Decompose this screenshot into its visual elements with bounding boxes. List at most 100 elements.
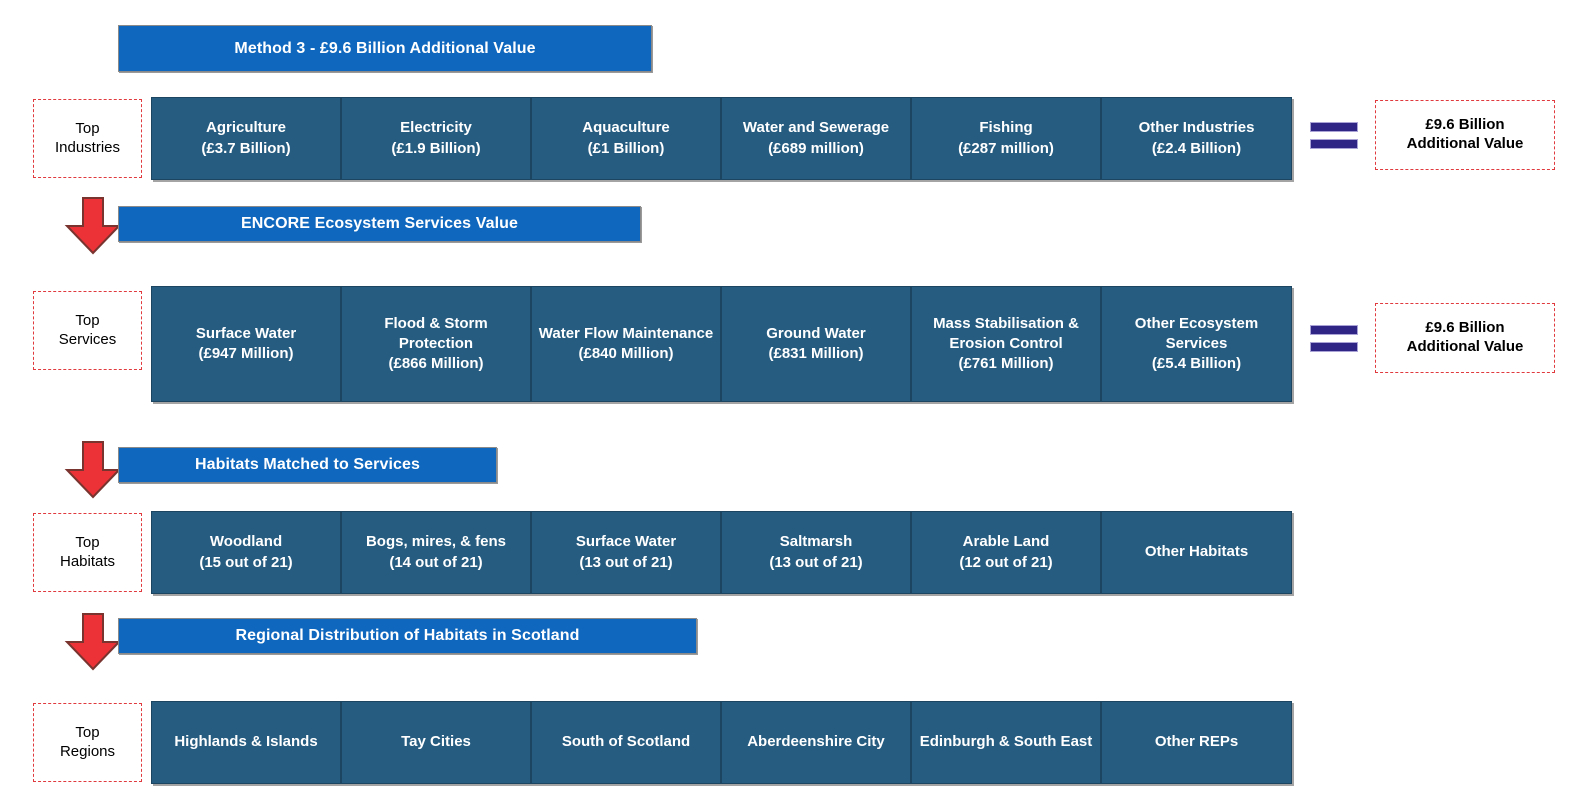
- cell-name: Highlands & Islands: [174, 733, 318, 751]
- cell-value: (£2.4 Billion): [1151, 139, 1242, 157]
- cell-value: (£1 Billion): [587, 139, 665, 157]
- row-label-line1: Top: [75, 311, 100, 329]
- down-arrow-icon: [62, 612, 124, 672]
- banner-label: ENCORE Ecosystem Services Value: [240, 215, 519, 232]
- table-row-regions: Highlands & Islands Tay Cities South of …: [151, 701, 1292, 784]
- cell-value: (13 out of 21): [579, 553, 673, 571]
- table-cell[interactable]: Aberdeenshire City: [721, 701, 911, 784]
- banner-label: Method 3 - £9.6 Billion Additional Value: [234, 39, 536, 57]
- cell-name: Other Habitats: [1144, 543, 1249, 561]
- cell-value: (15 out of 21): [199, 553, 293, 571]
- equals-icon: [1310, 325, 1358, 352]
- cell-value: (£287 million): [958, 139, 1054, 157]
- equals-icon: [1310, 122, 1358, 149]
- result-line2: Additional Value: [1406, 135, 1524, 152]
- table-cell[interactable]: Edinburgh & South East: [911, 701, 1101, 784]
- cell-name: Water and Sewerage: [742, 119, 890, 137]
- cell-name: Edinburgh & South East: [919, 733, 1093, 751]
- banner-method-3: Method 3 - £9.6 Billion Additional Value: [118, 25, 652, 72]
- diagram-canvas: Method 3 - £9.6 Billion Additional Value…: [0, 0, 1574, 810]
- cell-name: Water Flow Maintenance: [538, 324, 714, 342]
- cell-name: Surface Water: [575, 533, 677, 551]
- table-cell[interactable]: Water and Sewerage (£689 million): [721, 97, 911, 180]
- result-box-industries: £9.6 Billion Additional Value: [1375, 100, 1555, 170]
- cell-name: Tay Cities: [401, 733, 471, 751]
- table-cell[interactable]: Arable Land (12 out of 21): [911, 511, 1101, 594]
- cell-value: (£866 Million): [388, 355, 484, 373]
- cell-value: (£3.7 Billion): [201, 139, 291, 157]
- banner-encore: ENCORE Ecosystem Services Value: [118, 206, 641, 242]
- table-cell[interactable]: Saltmarsh (13 out of 21): [721, 511, 911, 594]
- row-label-habitats: Top Habitats: [33, 513, 142, 592]
- cell-value: (12 out of 21): [959, 553, 1053, 571]
- cell-name: Ground Water: [766, 324, 866, 342]
- table-cell[interactable]: Other Ecosystem Services (£5.4 Billion): [1101, 286, 1292, 402]
- table-cell[interactable]: Other REPs: [1101, 701, 1292, 784]
- cell-name: Surface Water: [195, 324, 297, 342]
- row-label-services: Top Services: [33, 291, 142, 370]
- result-box-services: £9.6 Billion Additional Value: [1375, 303, 1555, 373]
- table-cell[interactable]: Bogs, mires, & fens (14 out of 21): [341, 511, 531, 594]
- cell-name: Woodland: [209, 533, 283, 551]
- row-label-industries: Top Industries: [33, 99, 142, 178]
- row-label-line2: Regions: [59, 742, 116, 760]
- table-cell[interactable]: Fishing (£287 million): [911, 97, 1101, 180]
- row-label-line1: Top: [75, 723, 100, 741]
- row-label-line2: Industries: [54, 138, 121, 156]
- table-cell[interactable]: Surface Water (13 out of 21): [531, 511, 721, 594]
- cell-name: Mass Stabilisation & Erosion Control: [933, 314, 1079, 352]
- cell-value: (£1.9 Billion): [391, 139, 481, 157]
- table-cell[interactable]: South of Scotland: [531, 701, 721, 784]
- table-cell[interactable]: Highlands & Islands: [151, 701, 341, 784]
- cell-value: (£761 Million): [958, 355, 1054, 373]
- table-row-services: Surface Water (£947 Million) Flood & Sto…: [151, 286, 1292, 402]
- cell-name: Other Industries: [1138, 119, 1255, 137]
- cell-name: Agriculture: [205, 119, 286, 137]
- cell-name: South of Scotland: [561, 733, 691, 751]
- cell-value: (£831 Million): [768, 345, 864, 362]
- banner-regional-distribution: Regional Distribution of Habitats in Sco…: [118, 618, 697, 654]
- table-cell[interactable]: Water Flow Maintenance (£840 Million): [531, 286, 721, 402]
- table-cell[interactable]: Agriculture (£3.7 Billion): [151, 97, 341, 180]
- cell-value: (14 out of 21): [389, 553, 483, 571]
- cell-value: (13 out of 21): [769, 553, 863, 571]
- row-label-line1: Top: [75, 119, 100, 137]
- row-label-regions: Top Regions: [33, 703, 142, 782]
- result-line2: Additional Value: [1406, 338, 1524, 355]
- cell-name: Electricity: [400, 119, 472, 137]
- table-cell[interactable]: Woodland (15 out of 21): [151, 511, 341, 594]
- table-row-industries: Agriculture (£3.7 Billion) Electricity (…: [151, 97, 1292, 180]
- cell-value: (£947 Million): [198, 345, 294, 362]
- cell-name: Other REPs: [1154, 733, 1239, 751]
- table-cell[interactable]: Ground Water (£831 Million): [721, 286, 911, 402]
- cell-name: Bogs, mires, & fens: [365, 533, 507, 551]
- cell-name: Fishing: [979, 119, 1033, 137]
- table-row-habitats: Woodland (15 out of 21) Bogs, mires, & f…: [151, 511, 1292, 594]
- cell-value: (£5.4 Billion): [1151, 355, 1242, 373]
- row-label-line1: Top: [75, 533, 100, 551]
- down-arrow-icon: [62, 440, 124, 500]
- cell-name: Aberdeenshire City: [747, 733, 885, 751]
- banner-label: Habitats Matched to Services: [194, 456, 421, 473]
- result-line1: £9.6 Billion: [1425, 319, 1505, 337]
- cell-name: Saltmarsh: [779, 533, 853, 551]
- table-cell[interactable]: Other Industries (£2.4 Billion): [1101, 97, 1292, 180]
- table-cell[interactable]: Tay Cities: [341, 701, 531, 784]
- cell-name: Flood & Storm Protection: [384, 314, 488, 352]
- banner-label: Regional Distribution of Habitats in Sco…: [235, 627, 580, 644]
- result-line1: £9.6 Billion: [1425, 116, 1505, 134]
- table-cell[interactable]: Electricity (£1.9 Billion): [341, 97, 531, 180]
- cell-name: Other Ecosystem Services: [1134, 314, 1259, 352]
- table-cell[interactable]: Flood & Storm Protection (£866 Million): [341, 286, 531, 402]
- cell-value: (£689 million): [768, 139, 864, 157]
- cell-value: (£840 Million): [578, 345, 674, 362]
- banner-habitats-matched: Habitats Matched to Services: [118, 447, 497, 483]
- table-cell[interactable]: Other Habitats: [1101, 511, 1292, 594]
- cell-name: Aquaculture: [582, 119, 670, 137]
- table-cell[interactable]: Mass Stabilisation & Erosion Control (£7…: [911, 286, 1101, 402]
- cell-name: Arable Land: [962, 533, 1050, 551]
- row-label-line2: Habitats: [59, 552, 116, 570]
- table-cell[interactable]: Surface Water (£947 Million): [151, 286, 341, 402]
- down-arrow-icon: [62, 196, 124, 256]
- table-cell[interactable]: Aquaculture (£1 Billion): [531, 97, 721, 180]
